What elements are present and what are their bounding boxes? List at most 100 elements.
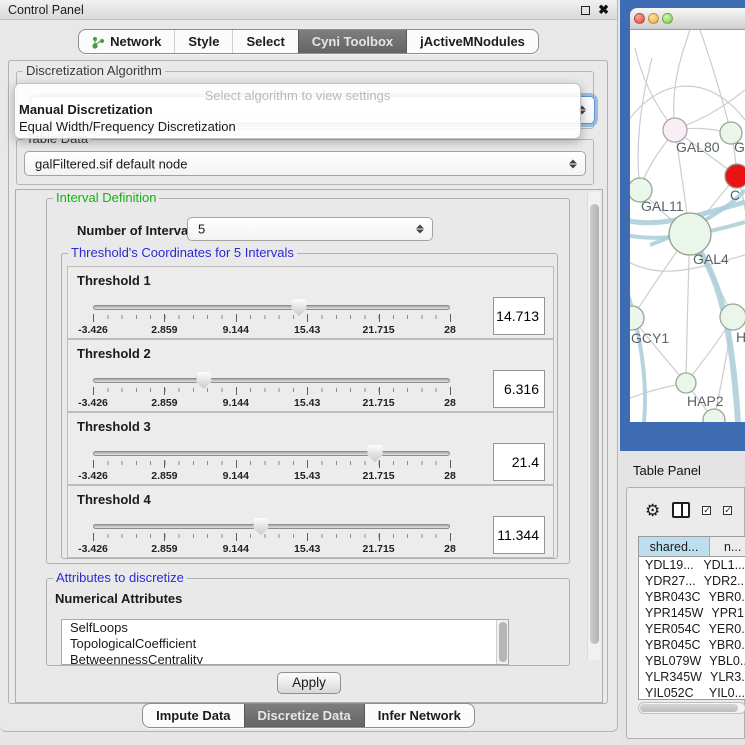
table-horizontal-scrollbar[interactable] bbox=[638, 702, 745, 714]
table-cell[interactable]: YER054C bbox=[639, 621, 701, 637]
scale-label: 15.43 bbox=[294, 324, 320, 336]
table-cell[interactable]: YBR045C bbox=[639, 637, 701, 653]
table-row[interactable]: YDR27...YDR2... bbox=[639, 573, 745, 589]
table-cell[interactable]: YBL079W bbox=[639, 653, 701, 669]
major-tick bbox=[236, 533, 237, 541]
popup-option-manual-discretization[interactable]: Manual Discretization bbox=[15, 101, 580, 118]
node-label: C bbox=[730, 187, 740, 203]
threshold-3-panel: Threshold 3 -3.4262.8599.14415.4321.7152… bbox=[67, 412, 554, 485]
list-vertical-scrollbar[interactable] bbox=[496, 620, 508, 664]
table-cell[interactable]: YBL0... bbox=[701, 653, 745, 669]
checkbox-icon[interactable]: ✓ bbox=[723, 506, 732, 515]
threshold-4-value-field[interactable] bbox=[493, 516, 545, 554]
tab-infer-network[interactable]: Infer Network bbox=[364, 704, 474, 727]
table-row[interactable]: YLR345WYLR3... bbox=[639, 669, 745, 685]
table-row[interactable]: YBR045CYBR0... bbox=[639, 637, 745, 653]
zoom-traffic-light-icon[interactable] bbox=[662, 13, 673, 24]
attributes-group: Attributes to discretize Numerical Attri… bbox=[46, 578, 570, 666]
slider-thumb[interactable] bbox=[196, 372, 211, 389]
slider-thumb[interactable] bbox=[253, 518, 268, 535]
scrollbar-thumb[interactable] bbox=[640, 704, 738, 712]
slider-track[interactable] bbox=[93, 451, 450, 456]
top-tabbar: Network Style Select Cyni Toolbox jActiv… bbox=[0, 29, 617, 54]
major-tick bbox=[307, 533, 308, 541]
tab-network[interactable]: Network bbox=[79, 30, 174, 53]
float-window-icon[interactable] bbox=[581, 6, 590, 15]
threshold-4-label: Threshold 4 bbox=[77, 492, 151, 507]
network-node[interactable] bbox=[725, 164, 745, 188]
settings-scrollpanel: Interval Definition Number of Intervals … bbox=[15, 189, 603, 703]
list-item[interactable]: BetweennessCentrality bbox=[62, 652, 508, 665]
table-cell[interactable]: YBR043C bbox=[639, 589, 701, 605]
network-node[interactable] bbox=[720, 304, 745, 330]
threshold-2-slider[interactable]: -3.4262.8599.14415.4321.71528 bbox=[93, 374, 450, 410]
table-row[interactable]: YPR145WYPR1... bbox=[639, 605, 745, 621]
table-cell[interactable]: YDL1... bbox=[695, 557, 745, 573]
tab-jactivemnodules[interactable]: jActiveMNodules bbox=[406, 30, 538, 53]
table-cell[interactable]: YPR1... bbox=[703, 605, 745, 621]
slider-ticks bbox=[93, 388, 450, 394]
tab-cyni-toolbox[interactable]: Cyni Toolbox bbox=[298, 30, 406, 53]
tab-impute-data[interactable]: Impute Data bbox=[143, 704, 243, 727]
slider-track[interactable] bbox=[93, 305, 450, 310]
close-traffic-light-icon[interactable] bbox=[634, 13, 645, 24]
apply-button[interactable]: Apply bbox=[277, 672, 341, 694]
columns-icon[interactable] bbox=[672, 502, 690, 518]
table-row[interactable]: YBR043CYBR0... bbox=[639, 589, 745, 605]
table-cell[interactable]: YPR145W bbox=[639, 605, 703, 621]
table-row[interactable]: YDL19...YDL1... bbox=[639, 557, 745, 573]
tab-network-label: Network bbox=[110, 34, 161, 49]
scrollbar-thumb[interactable] bbox=[499, 622, 507, 662]
slider-track[interactable] bbox=[93, 524, 450, 529]
node-table[interactable]: shared... n... YDL19...YDL1...YDR27...YD… bbox=[638, 536, 745, 700]
close-icon[interactable]: ✖ bbox=[598, 3, 609, 16]
threshold-3-slider[interactable]: -3.4262.8599.14415.4321.71528 bbox=[93, 447, 450, 483]
checkbox-icon[interactable]: ✓ bbox=[702, 506, 711, 515]
list-item[interactable]: TopologicalCoefficient bbox=[62, 636, 508, 652]
tab-discretize-data[interactable]: Discretize Data bbox=[244, 704, 364, 727]
column-header-name[interactable]: n... bbox=[710, 537, 745, 557]
number-of-intervals-combobox[interactable]: 5 bbox=[187, 217, 433, 241]
slider-thumb[interactable] bbox=[368, 445, 383, 462]
threshold-1-slider[interactable]: -3.4262.8599.14415.4321.71528 bbox=[93, 301, 450, 337]
popup-option-equal-width-frequency[interactable]: Equal Width/Frequency Discretization bbox=[15, 118, 580, 135]
threshold-2-value-field[interactable] bbox=[493, 370, 545, 408]
table-row[interactable]: YER054CYER0... bbox=[639, 621, 745, 637]
table-cell[interactable]: YLR345W bbox=[639, 669, 702, 685]
table-cell[interactable]: YBR0... bbox=[701, 637, 745, 653]
threshold-3-value-field[interactable] bbox=[493, 443, 545, 481]
table-cell[interactable]: YIL0... bbox=[701, 685, 745, 700]
network-canvas[interactable]: GAL80GACGAL11GAL4GCY1HHAP2 bbox=[630, 30, 745, 422]
settings-vertical-scrollbar[interactable] bbox=[587, 192, 600, 660]
table-cell[interactable]: YBR0... bbox=[701, 589, 745, 605]
threshold-1-value-field[interactable] bbox=[493, 297, 545, 335]
table-cell[interactable]: YDL19... bbox=[639, 557, 695, 573]
table-cell[interactable]: YDR2... bbox=[696, 573, 745, 589]
list-item[interactable]: SelfLoops bbox=[62, 620, 508, 636]
slider-track[interactable] bbox=[93, 378, 450, 383]
table-cell[interactable]: YER0... bbox=[701, 621, 745, 637]
tab-style[interactable]: Style bbox=[174, 30, 232, 53]
slider-thumb[interactable] bbox=[291, 299, 306, 316]
table-data-combobox[interactable]: galFiltered.sif default node bbox=[24, 151, 586, 176]
combo-arrows-icon bbox=[416, 225, 424, 234]
network-node[interactable] bbox=[703, 409, 725, 422]
table-cell[interactable]: YDR27... bbox=[639, 573, 696, 589]
major-tick bbox=[379, 314, 380, 322]
scrollbar-thumb[interactable] bbox=[590, 204, 599, 644]
column-header-shared-name[interactable]: shared... bbox=[639, 537, 710, 557]
threshold-3-label: Threshold 3 bbox=[77, 419, 151, 434]
threshold-4-slider[interactable]: -3.4262.8599.14415.4321.71528 bbox=[93, 520, 450, 556]
numerical-attributes-list[interactable]: SelfLoopsTopologicalCoefficientBetweenne… bbox=[61, 619, 509, 665]
network-node[interactable] bbox=[669, 213, 711, 255]
table-row[interactable]: YIL052CYIL0... bbox=[639, 685, 745, 700]
gear-icon[interactable]: ⚙ bbox=[645, 502, 660, 519]
tab-select[interactable]: Select bbox=[232, 30, 297, 53]
network-node[interactable] bbox=[630, 306, 644, 330]
table-cell[interactable]: YIL052C bbox=[639, 685, 701, 700]
minimize-traffic-light-icon[interactable] bbox=[648, 13, 659, 24]
table-row[interactable]: YBL079WYBL0... bbox=[639, 653, 745, 669]
network-window-titlebar[interactable] bbox=[630, 8, 745, 30]
table-cell[interactable]: YLR3... bbox=[702, 669, 745, 685]
network-node[interactable] bbox=[676, 373, 696, 393]
